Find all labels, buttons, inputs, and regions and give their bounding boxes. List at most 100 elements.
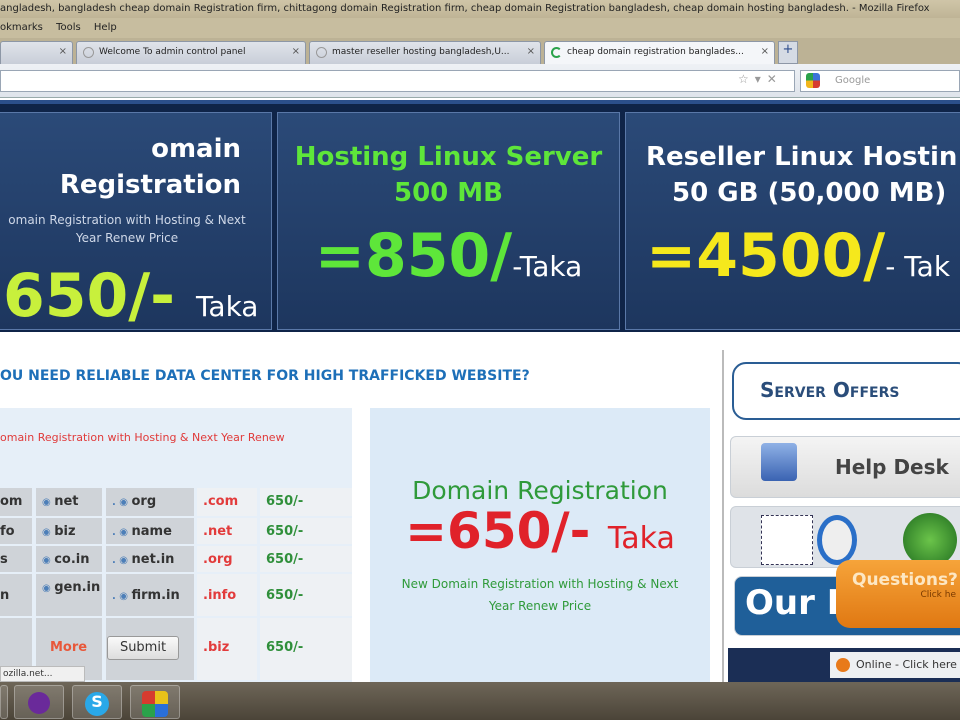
promo-price: =650/-	[405, 502, 591, 560]
banner-price: 650/-	[3, 261, 176, 331]
cell-text: 650/-	[266, 640, 304, 655]
banner-sub: omain Registration with Hosting & Next Y…	[8, 213, 246, 245]
tab-admin[interactable]: Welcome To admin control panel ×	[76, 41, 306, 64]
cell-text: net	[54, 494, 79, 509]
checkbox-icon[interactable]: ◉	[42, 583, 54, 594]
checkbox-icon[interactable]: . ◉	[112, 497, 132, 508]
server-offers-label: Server Offers	[760, 378, 900, 402]
loading-icon	[551, 47, 562, 58]
cell-text: 650/-	[266, 552, 304, 567]
tld-checkbox-option[interactable]: ◉ gen.in	[36, 574, 102, 616]
tld-label: .org	[197, 546, 257, 572]
tld-checkbox-option[interactable]: . ◉ firm.in	[106, 574, 194, 616]
tld-checkbox-option: n	[0, 574, 32, 616]
cell-text: org	[131, 494, 157, 509]
new-tab-button[interactable]: +	[778, 41, 798, 64]
questions-click: Click he	[920, 590, 956, 600]
tab-0[interactable]: ×	[0, 41, 73, 64]
questions-bubble[interactable]: Questions? Click he	[836, 560, 960, 628]
cell-text: s	[0, 552, 8, 567]
tld-checkbox-option[interactable]: . ◉ org	[106, 488, 194, 516]
cell-text: More	[50, 640, 88, 655]
seal-icon	[903, 513, 957, 567]
taskbar-button[interactable]	[0, 685, 8, 719]
tab-reseller[interactable]: master reseller hosting bangladesh,U... ×	[309, 41, 541, 64]
search-input[interactable]: Google	[800, 70, 960, 92]
tld-checkbox-option: om	[0, 488, 32, 516]
checkbox-icon[interactable]: . ◉	[112, 527, 132, 538]
promo-sub: New Domain Registration with Hosting & N…	[401, 577, 679, 613]
online-chat-bar[interactable]: Online - Click here	[728, 648, 960, 682]
tld-checkbox-option: fo	[0, 518, 32, 544]
online-label: Online - Click here	[856, 658, 957, 671]
tld-checkbox-option[interactable]: ◉ co.in	[36, 546, 102, 572]
close-icon[interactable]: ×	[292, 46, 300, 57]
checkbox-icon[interactable]: ◉	[42, 555, 54, 566]
promo-unit: Taka	[607, 521, 675, 556]
iso-badge-icon	[817, 515, 857, 565]
questions-label: Questions?	[852, 570, 958, 590]
cell-text: n	[0, 588, 10, 603]
tld-checkbox-option[interactable]: ◉ net	[36, 488, 102, 516]
close-icon[interactable]: ×	[527, 46, 535, 57]
bookmark-star-icon[interactable]: ☆▾✕	[738, 72, 783, 86]
certifications	[730, 506, 960, 568]
banner-unit: - Tak	[885, 250, 951, 283]
tld-checkbox-option: s	[0, 546, 32, 572]
banner-unit: Taka	[195, 290, 259, 323]
banner-price: =850/	[314, 221, 513, 291]
tab-label: cheap domain registration banglades...	[567, 47, 744, 57]
submit-button[interactable]: Submit	[107, 636, 179, 660]
window-title: angladesh, bangladesh cheap domain Regis…	[0, 0, 960, 18]
cell-text: .biz	[203, 640, 230, 655]
banner-unit: -Taka	[512, 250, 583, 283]
menu-bookmarks[interactable]: okmarks	[0, 22, 43, 33]
banner-price: =4500/	[646, 221, 886, 291]
tld-label: .info	[197, 574, 257, 616]
banner-hosting[interactable]: Hosting Linux Server 500 MB =850/-Taka	[277, 112, 620, 330]
tld-price: 650/-	[260, 546, 352, 572]
tld-price: 650/-	[260, 488, 352, 516]
cell-text: firm.in	[131, 588, 180, 603]
tld-checkbox-option[interactable]: . ◉ name	[106, 518, 194, 544]
promo-box[interactable]: Domain Registration =650/- Taka New Doma…	[370, 408, 710, 682]
status-bar: ozilla.net...	[0, 666, 85, 682]
tld-price: 650/-	[260, 574, 352, 616]
tab-label: Welcome To admin control panel	[99, 47, 246, 57]
server-offers-button[interactable]: Server Offers	[732, 362, 960, 420]
checkbox-icon[interactable]: ◉	[42, 527, 54, 538]
help-desk-button[interactable]: Help Desk	[730, 436, 960, 498]
section-heading: OU NEED RELIABLE DATA CENTER FOR HIGH TR…	[0, 368, 530, 384]
tab-cheap-domain[interactable]: cheap domain registration banglades... ×	[544, 41, 775, 64]
url-input[interactable]	[0, 70, 795, 92]
cell-text: fo	[0, 524, 15, 539]
banner-reseller[interactable]: Reseller Linux Hostin 50 GB (50,000 MB) …	[625, 112, 960, 330]
tld-label: .biz	[197, 618, 257, 680]
cell-text: .com	[203, 494, 239, 509]
menu-bar: okmarks Tools Help	[0, 18, 960, 38]
tld-label: .com	[197, 488, 257, 516]
page-icon	[83, 47, 94, 58]
checkbox-icon[interactable]: . ◉	[112, 555, 132, 566]
menu-tools[interactable]: Tools	[56, 22, 81, 33]
banner-title2: 50 GB (50,000 MB)	[672, 178, 947, 208]
skype-icon[interactable]: S	[72, 685, 122, 719]
checkbox-icon[interactable]: . ◉	[112, 591, 132, 602]
tab-label: master reseller hosting bangladesh,U...	[332, 47, 510, 57]
close-icon[interactable]: ×	[59, 46, 67, 57]
banner-title: Reseller Linux Hostin	[646, 142, 958, 172]
computer-icon	[761, 443, 797, 481]
tld-checkbox-option[interactable]: ◉ biz	[36, 518, 102, 544]
yahoo-messenger-icon[interactable]	[14, 685, 64, 719]
cell-text: net.in	[131, 552, 175, 567]
menu-help[interactable]: Help	[94, 22, 117, 33]
banner-title: Hosting Linux Server	[294, 142, 603, 172]
close-icon[interactable]: ×	[761, 46, 769, 57]
tld-price: 650/-	[260, 618, 352, 680]
google-icon[interactable]	[806, 73, 820, 88]
banner-domain[interactable]: omain Registration omain Registration wi…	[0, 112, 272, 331]
checkbox-icon[interactable]: ◉	[42, 497, 54, 508]
app-grid-icon[interactable]	[130, 685, 180, 719]
tld-label: .net	[197, 518, 257, 544]
tld-checkbox-option[interactable]: . ◉ net.in	[106, 546, 194, 572]
